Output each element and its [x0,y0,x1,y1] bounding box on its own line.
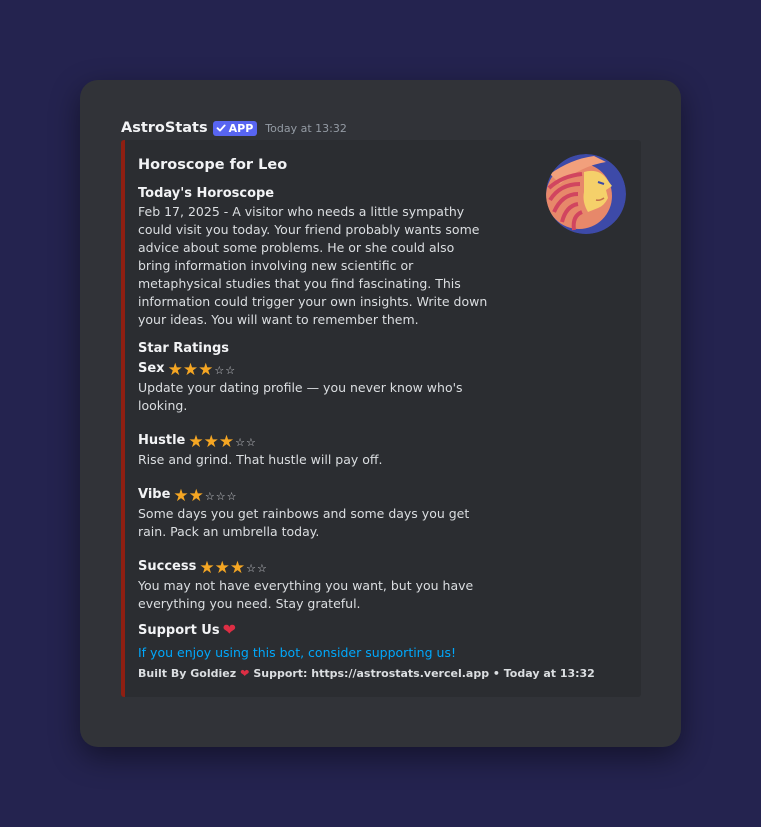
star-filled-icon: ★ [188,432,204,452]
footer-built-by: Built By Goldiez [138,667,237,680]
star-filled-icon: ★ [203,432,219,452]
star-filled-icon: ★ [167,360,183,380]
star-rating: ★ ★ ★ ☆ ☆ [199,560,267,577]
message-timestamp: Today at 13:32 [265,121,347,135]
bot-username[interactable]: AstroStats [121,120,208,136]
heart-icon: ❤ [222,620,237,639]
support-us-label: Support Us [138,623,220,638]
footer-support: Support: https://astrostats.vercel.app •… [253,667,595,680]
rating-success: Success ★ ★ ★ ☆ ☆ You may not have everything… [138,559,488,613]
star-filled-icon: ★ [182,360,199,380]
rating-text: Rise and grind. That hustle will pay off… [138,452,383,467]
rating-text: You may not have everything you want, bu… [138,578,474,611]
message-card: AstroStats APP Today at 13:32 Horoscope … [80,80,681,747]
rating-name: Sex [138,361,165,376]
leo-lion-icon[interactable] [546,154,626,234]
rating-name: Vibe [138,487,171,502]
rating-text: Some days you get rainbows and some days… [138,506,470,539]
star-empty-icon: ☆ [246,562,256,575]
rating-text: Update your dating profile — you never k… [138,380,463,413]
app-badge-label: APP [228,121,254,135]
star-empty-icon: ☆ [204,490,215,503]
rating-vibe: Vibe ★ ★ ☆ ☆ ☆ Some days you get rainbows and… [138,487,488,541]
star-empty-icon: ☆ [214,364,225,377]
message-header: AstroStats APP Today at 13:32 [121,118,347,138]
star-filled-icon: ★ [188,486,204,506]
horoscope-text: Feb 17, 2025 - A visitor who needs a lit… [138,204,488,327]
star-filled-icon: ★ [173,486,189,506]
star-filled-icon: ★ [198,360,214,380]
star-filled-icon: ★ [214,558,230,578]
star-rating: ★ ★ ★ ☆ ☆ [168,362,236,379]
app-badge: APP [212,120,258,136]
horoscope-label: Today's Horoscope [138,186,275,201]
support-link[interactable]: If you enjoy using this bot, consider su… [138,645,456,660]
checkmark-icon [216,124,226,132]
horoscope-embed: Horoscope for Leo Today's Horoscope Feb … [121,140,641,697]
star-empty-icon: ☆ [235,436,245,449]
star-filled-icon: ★ [218,432,235,452]
rating-name: Hustle [138,433,186,448]
heart-icon: ❤ [240,667,250,680]
star-empty-icon: ☆ [215,490,226,503]
rating-sex: Sex ★ ★ ★ ☆ ☆ Update your dating profile — yo… [138,361,488,415]
star-rating: ★ ★ ★ ☆ ☆ [188,434,256,451]
star-empty-icon: ☆ [225,364,236,377]
star-empty-icon: ☆ [246,436,256,449]
rating-hustle: Hustle ★ ★ ★ ☆ ☆ Rise and grind. That hustle … [138,433,488,469]
star-empty-icon: ☆ [226,490,237,503]
star-ratings-label: Star Ratings [138,341,230,356]
star-rating: ★ ★ ☆ ☆ ☆ [173,488,236,505]
star-filled-icon: ★ [229,558,246,578]
rating-name: Success [138,559,197,574]
embed-title: Horoscope for Leo [138,157,288,173]
star-filled-icon: ★ [199,558,215,578]
embed-footer: Built By Goldiez ❤ Support: https://astr… [138,667,595,680]
star-empty-icon: ☆ [256,562,267,575]
